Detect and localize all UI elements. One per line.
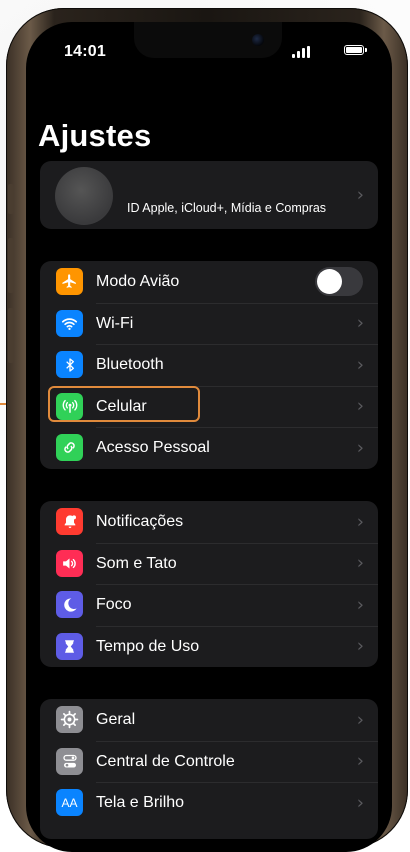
status-time: 14:01 (64, 43, 106, 60)
text-size-icon: AA (56, 789, 83, 816)
settings-row-label: Modo Avião (96, 273, 180, 290)
general-group: Geral › Central de Controle › AA Tela e … (40, 699, 378, 839)
speaker-icon (56, 549, 83, 577)
settings-row-label: Tempo de Uso (96, 637, 200, 655)
airplane-icon (56, 268, 83, 295)
chevron-right-icon: › (356, 395, 364, 417)
apple-id-subtitle: ID Apple, iCloud+, Mídia e Compras (127, 201, 327, 215)
battery-icon (344, 45, 367, 55)
settings-row-label: Geral (96, 711, 136, 728)
switches-icon (56, 747, 83, 775)
settings-row-label: Wi-Fi (96, 314, 134, 332)
chevron-right-icon: › (356, 750, 364, 772)
apple-id-card[interactable]: ID Apple, iCloud+, Mídia e Compras › (40, 161, 378, 229)
settings-row-label: Bluetooth (96, 356, 164, 373)
settings-row-label: Notificações (96, 513, 184, 530)
chevron-right-icon: › (356, 312, 364, 334)
phone-screen: 14:01 Ajustes ID Apple, iCloud+, Mídia e… (26, 22, 392, 852)
moon-icon (56, 591, 83, 618)
settings-row-control-center[interactable]: Central de Controle › (40, 740, 378, 783)
settings-row-bluetooth[interactable]: Bluetooth › (40, 344, 378, 386)
settings-row-label: Central de Controle (96, 752, 235, 770)
settings-row-personal-hotspot[interactable]: Acesso Pessoal › (40, 427, 378, 469)
hourglass-icon (56, 632, 83, 660)
chevron-right-icon: › (356, 511, 364, 533)
settings-row-screen-time[interactable]: Tempo de Uso › (40, 625, 378, 668)
settings-row-label: Som e Tato (96, 554, 177, 572)
volume-down-button (8, 308, 14, 363)
settings-row-label: Tela e Brilho (96, 794, 185, 811)
bluetooth-icon (56, 351, 83, 378)
notifications-group: Notificações › Som e Tato › Foco › Tempo… (40, 501, 378, 667)
settings-row-label: Foco (96, 596, 132, 613)
settings-row-general[interactable]: Geral › (40, 699, 378, 741)
settings-row-sounds[interactable]: Som e Tato › (40, 542, 378, 585)
notch (134, 22, 282, 58)
connectivity-group: Modo Avião Wi-Fi › Bluetooth › Celular › (40, 261, 378, 469)
settings-row-airplane-mode[interactable]: Modo Avião (40, 261, 378, 303)
chevron-right-icon: › (356, 184, 364, 206)
settings-row-wifi[interactable]: Wi-Fi › (40, 302, 378, 345)
chevron-right-icon: › (356, 792, 364, 814)
link-icon (56, 434, 83, 461)
chevron-right-icon: › (356, 635, 364, 657)
mute-switch (8, 184, 14, 214)
wifi-icon (56, 309, 83, 337)
volume-up-button (8, 238, 14, 293)
avatar (55, 167, 113, 225)
airplane-mode-toggle[interactable] (315, 267, 363, 296)
chevron-right-icon: › (356, 594, 364, 616)
chevron-right-icon: › (356, 354, 364, 376)
bell-icon (56, 508, 83, 535)
camera-icon (252, 34, 264, 46)
signal-icon (292, 46, 310, 58)
settings-row-notifications[interactable]: Notificações › (40, 501, 378, 543)
settings-row-focus[interactable]: Foco › (40, 584, 378, 626)
gear-icon (56, 706, 83, 733)
settings-row-label: Acesso Pessoal (96, 439, 210, 456)
cellular-highlight-box (48, 386, 200, 422)
settings-row-display-brightness[interactable]: AA Tela e Brilho › (40, 782, 378, 824)
chevron-right-icon: › (356, 709, 364, 731)
page-title: Ajustes (38, 118, 152, 153)
chevron-right-icon: › (356, 437, 364, 459)
chevron-right-icon: › (356, 552, 364, 574)
